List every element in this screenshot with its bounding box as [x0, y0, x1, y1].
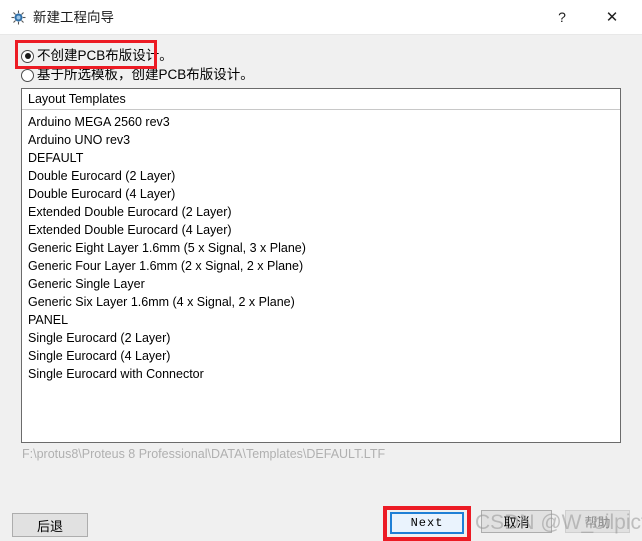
list-item[interactable]: DEFAULT [28, 149, 620, 167]
radio-option-from-template-label: 基于所选模板，创建PCB布版设计。 [37, 67, 254, 82]
list-item[interactable]: Generic Four Layer 1.6mm (2 x Signal, 2 … [28, 257, 620, 275]
radio-option-no-pcb[interactable]: 不创建PCB布版设计。 [21, 46, 173, 66]
list-item[interactable]: Generic Six Layer 1.6mm (4 x Signal, 2 x… [28, 293, 620, 311]
window-title: 新建工程向导 [33, 10, 114, 25]
radio-no-pcb-icon[interactable] [21, 49, 34, 63]
list-item[interactable]: Arduino MEGA 2560 rev3 [28, 113, 620, 131]
list-item[interactable]: Arduino UNO rev3 [28, 131, 620, 149]
list-item[interactable]: Generic Single Layer [28, 275, 620, 293]
list-item[interactable]: Double Eurocard (2 Layer) [28, 167, 620, 185]
proteus-app-icon [10, 9, 27, 26]
listbox-column-header: Layout Templates [22, 89, 620, 110]
layout-templates-listbox[interactable]: Layout Templates Arduino MEGA 2560 rev3 … [21, 88, 621, 443]
close-icon[interactable]: ✕ [590, 0, 634, 34]
help-button: 帮助 [565, 510, 630, 533]
cancel-button[interactable]: 取消 [481, 510, 552, 533]
next-button[interactable]: Next [390, 512, 464, 534]
list-item[interactable]: Double Eurocard (4 Layer) [28, 185, 620, 203]
dialog-body: 不创建PCB布版设计。 基于所选模板，创建PCB布版设计。 Layout Tem… [0, 35, 642, 541]
back-button[interactable]: 后退 [12, 513, 88, 537]
list-item[interactable]: PANEL [28, 311, 620, 329]
selected-template-path: F:\protus8\Proteus 8 Professional\DATA\T… [22, 447, 386, 461]
list-item[interactable]: Single Eurocard (4 Layer) [28, 347, 620, 365]
radio-from-template-icon[interactable] [21, 68, 34, 82]
titlebar-help-icon[interactable]: ? [540, 0, 584, 34]
list-item[interactable]: Extended Double Eurocard (2 Layer) [28, 203, 620, 221]
list-item[interactable]: Generic Eight Layer 1.6mm (5 x Signal, 3… [28, 239, 620, 257]
list-item[interactable]: Single Eurocard with Connector [28, 365, 620, 383]
radio-option-no-pcb-label: 不创建PCB布版设计。 [37, 48, 173, 63]
listbox-items[interactable]: Arduino MEGA 2560 rev3 Arduino UNO rev3 … [22, 110, 620, 383]
title-bar: 新建工程向导 ? ✕ [0, 0, 642, 35]
list-item[interactable]: Extended Double Eurocard (4 Layer) [28, 221, 620, 239]
list-item[interactable]: Single Eurocard (2 Layer) [28, 329, 620, 347]
radio-option-from-template[interactable]: 基于所选模板，创建PCB布版设计。 [21, 65, 254, 85]
